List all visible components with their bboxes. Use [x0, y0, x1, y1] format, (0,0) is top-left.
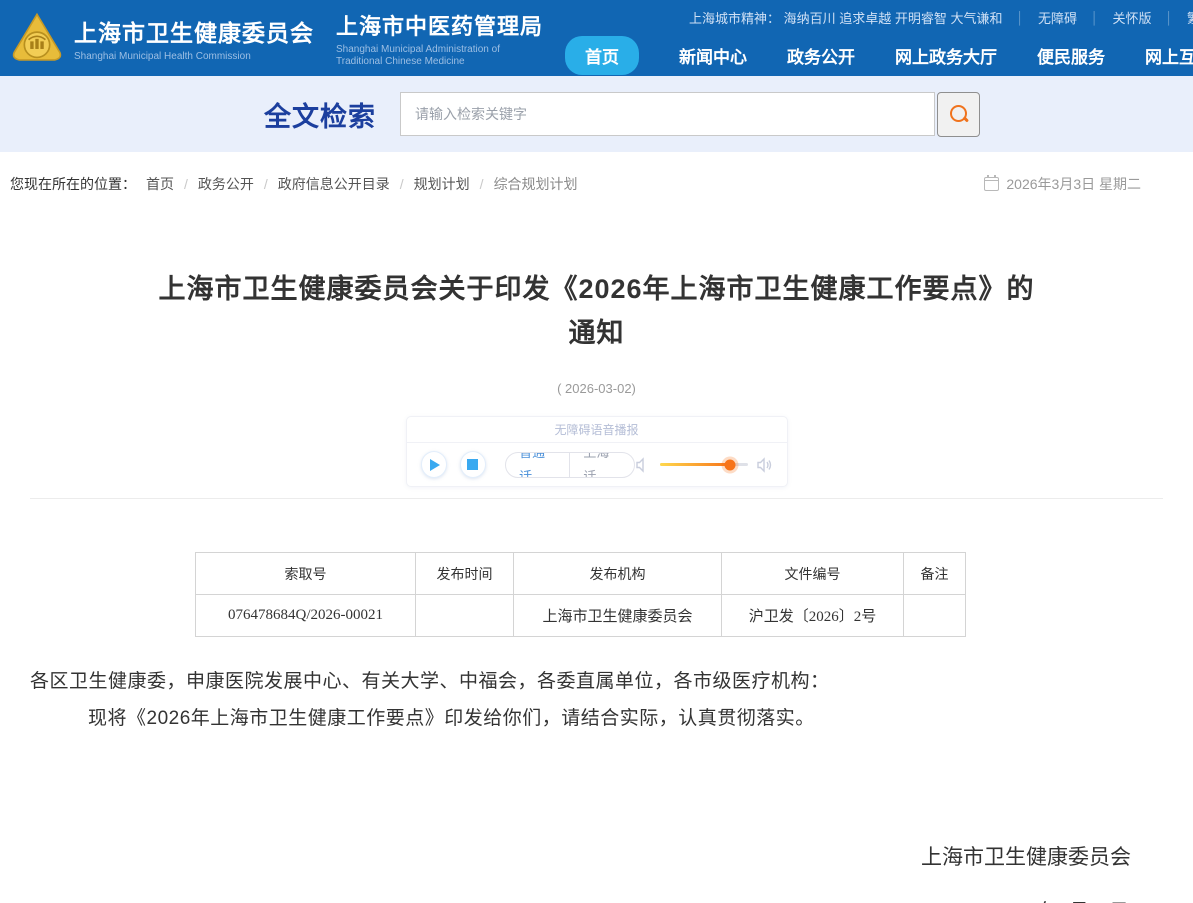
- section-divider: [30, 498, 1163, 499]
- search-button[interactable]: [937, 92, 980, 137]
- date-text: 2026年3月3日 星期二: [1006, 174, 1141, 194]
- col-index-number: 索取号: [196, 553, 416, 595]
- org2-name: 上海市中医药管理局: [336, 9, 543, 41]
- site-header: 上海市卫生健康委员会 Shanghai Municipal Health Com…: [0, 0, 1193, 76]
- breadcrumb-planning[interactable]: 规划计划: [414, 174, 470, 194]
- article: 上海市卫生健康委员会关于印发《2026年上海市卫生健康工作要点》的通知 ( 20…: [0, 267, 1193, 903]
- calendar-icon: [984, 177, 999, 191]
- nav-public-services[interactable]: 便民服务: [1037, 43, 1105, 68]
- nav-gov-disclosure[interactable]: 政务公开: [787, 43, 855, 68]
- search-band: 全文检索: [0, 76, 1193, 152]
- cell-document-number: 沪卫发〔2026〕2号: [722, 595, 904, 637]
- care-version-link[interactable]: 关怀版: [1112, 8, 1151, 27]
- volume-fill: [660, 463, 730, 466]
- org1-name: 上海市卫生健康委员会: [74, 14, 314, 48]
- stop-icon: [467, 459, 478, 470]
- breadcrumb-info-directory[interactable]: 政府信息公开目录: [278, 174, 390, 194]
- accessibility-link[interactable]: 无障碍: [1038, 8, 1077, 27]
- audio-player: 无障碍语音播报 普通话 上海话: [406, 416, 788, 487]
- breadcrumb-row: 您现在所在的位置： 首页 / 政务公开 / 政府信息公开目录 / 规划计划 / …: [0, 152, 1193, 215]
- lang-shanghainese-tab[interactable]: 上海话: [570, 452, 633, 478]
- language-toggle: 普通话 上海话: [505, 452, 634, 478]
- breadcrumb-label: 您现在所在的位置：: [10, 174, 136, 194]
- body-paragraph-2: 现将《2026年上海市卫生健康工作要点》印发给你们，请结合实际，认真贯彻落实。: [0, 700, 1193, 737]
- col-document-number: 文件编号: [722, 553, 904, 595]
- signature-org: 上海市卫生健康委员会: [0, 841, 1193, 871]
- divider: │: [1091, 11, 1099, 25]
- cell-index-number: 076478684Q/2026-00021: [196, 595, 416, 637]
- divider: │: [1016, 11, 1024, 25]
- play-icon: [430, 459, 440, 471]
- table-header-row: 索取号 发布时间 发布机构 文件编号 备注: [196, 553, 966, 595]
- org1-subtitle: Shanghai Municipal Health Commission: [74, 51, 299, 63]
- traditional-chinese-link[interactable]: 繁体: [1187, 8, 1193, 27]
- col-issuing-agency: 发布机构: [514, 553, 722, 595]
- cell-publish-time: [416, 595, 514, 637]
- volume-slider[interactable]: [660, 463, 748, 466]
- search-input[interactable]: [400, 92, 935, 136]
- divider: /: [480, 176, 484, 192]
- lang-mandarin-tab[interactable]: 普通话: [506, 452, 570, 478]
- divider: /: [400, 176, 404, 192]
- table-row: 076478684Q/2026-00021 上海市卫生健康委员会 沪卫发〔202…: [196, 595, 966, 637]
- breadcrumb-home[interactable]: 首页: [146, 174, 174, 194]
- current-date: 2026年3月3日 星期二: [984, 174, 1141, 194]
- document-info-table: 索取号 发布时间 发布机构 文件编号 备注 076478684Q/2026-00…: [195, 552, 966, 637]
- gov-seal-logo-icon: [10, 11, 64, 65]
- search-icon: [949, 104, 969, 124]
- cell-issuing-agency: 上海市卫生健康委员会: [514, 595, 722, 637]
- volume-knob[interactable]: [724, 459, 735, 470]
- col-publish-time: 发布时间: [416, 553, 514, 595]
- stop-button[interactable]: [460, 451, 486, 478]
- nav-online-interaction[interactable]: 网上互动: [1145, 43, 1193, 68]
- signature-block: 上海市卫生健康委员会 2026年2月24日: [0, 841, 1193, 903]
- breadcrumb-current: 综合规划计划: [494, 174, 578, 194]
- fulltext-search-label: 全文检索: [264, 95, 376, 134]
- volume-low-icon: [635, 457, 651, 473]
- nav-news-center[interactable]: 新闻中心: [679, 43, 747, 68]
- divider: /: [184, 176, 188, 192]
- city-spirit-slogan: 上海城市精神： 海纳百川 追求卓越 开明睿智 大气谦和: [689, 8, 1002, 27]
- article-title: 上海市卫生健康委员会关于印发《2026年上海市卫生健康工作要点》的通知: [157, 267, 1037, 355]
- publish-date: ( 2026-03-02): [0, 381, 1193, 396]
- site-logo-link[interactable]: 上海市卫生健康委员会 Shanghai Municipal Health Com…: [0, 0, 565, 76]
- divider: │: [1166, 11, 1174, 25]
- nav-online-service-hall[interactable]: 网上政务大厅: [895, 43, 997, 68]
- org2-subtitle: Shanghai Municipal Administration of Tra…: [336, 44, 543, 68]
- body-paragraph-1: 各区卫生健康委，申康医院发展中心、有关大学、中福会，各委直属单位，各市级医疗机构…: [0, 663, 1193, 700]
- breadcrumb: 您现在所在的位置： 首页 / 政务公开 / 政府信息公开目录 / 规划计划 / …: [10, 174, 578, 194]
- signature-date: 2026年2月24日: [0, 895, 1193, 903]
- play-button[interactable]: [421, 451, 447, 478]
- audio-player-title: 无障碍语音播报: [407, 417, 787, 443]
- col-remarks: 备注: [904, 553, 966, 595]
- cell-remarks: [904, 595, 966, 637]
- breadcrumb-gov-disclosure[interactable]: 政务公开: [198, 174, 254, 194]
- main-nav: 首页 新闻中心 政务公开 网上政务大厅 便民服务 网上互动: [565, 36, 1193, 75]
- volume-high-icon: [757, 457, 773, 473]
- divider: /: [264, 176, 268, 192]
- nav-home[interactable]: 首页: [565, 36, 639, 75]
